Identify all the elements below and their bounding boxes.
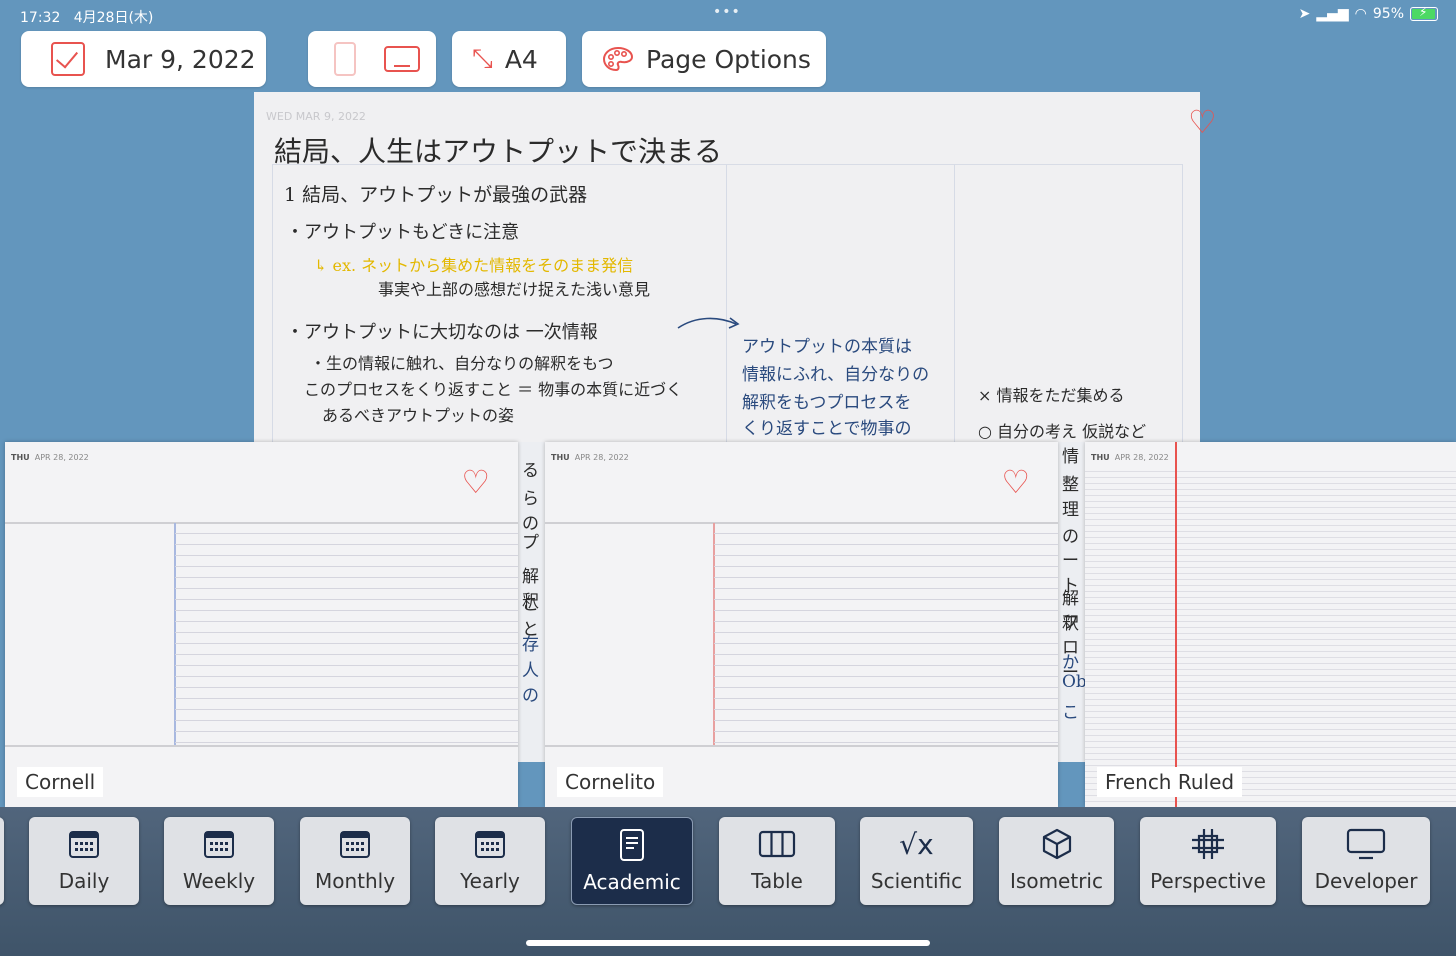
perspective-icon [1140, 827, 1276, 861]
note-middle-line: 解釈をもつプロセスを [742, 393, 912, 413]
favorite-heart-icon[interactable]: ♡ [461, 466, 490, 498]
checkbox-icon [51, 42, 85, 76]
portrait-icon[interactable] [334, 42, 356, 76]
tab-yearly[interactable]: Yearly [435, 817, 545, 905]
note-peek-strip: 情整理の ート解釈フロー かObsこ [1058, 442, 1085, 762]
page-size-button[interactable]: ⤡ A4 [452, 31, 566, 87]
note-date: WED MAR 9, 2022 [266, 110, 366, 123]
date-label: Mar 9, 2022 [105, 44, 256, 74]
template-card-cornelito[interactable]: THU APR 28, 2022 ♡ Cornelito [545, 442, 1058, 807]
note-line: ・生の情報に触れ、自分なりの解釈をもつ [310, 354, 614, 373]
template-label: Cornell [17, 767, 104, 797]
note-middle-line: アウトプットの本質は [742, 337, 912, 357]
arrow-icon [677, 317, 740, 329]
note-middle-line: 情報にふれ、自分なりの [742, 365, 930, 385]
cube-icon [999, 827, 1114, 861]
template-category-bar: Daily Weekly Monthly Yearly Academic Tab… [0, 807, 1456, 956]
note-middle-line: くり返すことで物事の [742, 419, 912, 439]
tab-label: Perspective [1150, 869, 1266, 893]
template-label: Cornelito [557, 767, 664, 797]
tab-table[interactable]: Table [719, 817, 835, 905]
favorite-heart-icon[interactable]: ♡ [1188, 106, 1217, 138]
multitasking-dots[interactable]: ••• [713, 4, 741, 20]
columns-icon [719, 827, 835, 861]
card-date: THU APR 28, 2022 [1091, 453, 1169, 462]
signal-icon: ▂▄▆ [1316, 6, 1349, 22]
tab-monthly[interactable]: Monthly [300, 817, 410, 905]
note-line: このプロセスをくり返すこと ＝ 物事の本質に近づく [304, 380, 683, 399]
card-date: THU APR 28, 2022 [551, 453, 629, 462]
palette-icon [602, 46, 634, 72]
tab-label: Developer [1314, 869, 1418, 893]
note-right-line: × 情報をただ集める [978, 386, 1125, 405]
note-line: ・アウトプットに大切なのは 一次情報 [286, 322, 598, 343]
note-line: ・アウトプットもどきに注意 [286, 222, 520, 243]
page-options-button[interactable]: Page Options [582, 31, 826, 87]
card-date: THU APR 28, 2022 [11, 453, 89, 462]
tab-previous-partial[interactable] [0, 817, 4, 905]
status-time: 17:32 4月28日(木) [20, 10, 154, 26]
orientation-toggle[interactable] [308, 31, 436, 87]
template-label: French Ruled [1097, 767, 1243, 797]
note-right-line: ○ 自分の考え 仮説など [978, 422, 1147, 441]
tab-label: Isometric [1010, 869, 1103, 893]
note-heading: 1 結局、アウトプットが最強の武器 [284, 184, 588, 206]
status-right: ➤ ▂▄▆ ◠ 95% ⚡ [1298, 5, 1438, 22]
tab-developer[interactable]: Developer [1302, 817, 1430, 905]
page-options-label: Page Options [646, 44, 811, 74]
tab-label: Academic [583, 870, 681, 894]
tab-academic[interactable]: Academic [571, 817, 693, 905]
battery-percent: 95% [1372, 6, 1404, 22]
note-page-preview[interactable]: WED MAR 9, 2022 結局、人生はアウトプットで決まる 1 結局、アウ… [254, 92, 1200, 452]
favorite-heart-icon[interactable]: ♡ [1001, 466, 1030, 498]
tab-perspective[interactable]: Perspective [1140, 817, 1276, 905]
tab-label: Yearly [460, 869, 520, 893]
battery-icon: ⚡ [1410, 5, 1438, 21]
tab-weekly[interactable]: Weekly [164, 817, 274, 905]
tab-label: Table [751, 869, 803, 893]
template-card-cornell[interactable]: THU APR 28, 2022 ♡ Cornell [5, 442, 518, 807]
calendar-icon [164, 827, 274, 861]
sqrt-icon: √x [899, 827, 934, 861]
tab-label: Weekly [182, 869, 256, 893]
tab-label: Daily [58, 869, 110, 893]
date-button[interactable]: Mar 9, 2022 [21, 31, 266, 87]
note-peek-strip: るらのプ 解釈 こと存人の [518, 442, 545, 762]
tab-scientific[interactable]: √x Scientific [860, 817, 973, 905]
monitor-icon [1302, 827, 1430, 861]
tab-daily[interactable]: Daily [29, 817, 139, 905]
template-card-french-ruled[interactable]: THU APR 28, 2022 French Ruled [1085, 442, 1456, 807]
calendar-icon [300, 827, 410, 861]
wifi-icon: ◠ [1354, 6, 1367, 22]
home-indicator[interactable] [526, 940, 930, 946]
calendar-icon [29, 827, 139, 861]
tab-label: Monthly [314, 869, 396, 893]
landscape-icon[interactable] [384, 46, 420, 72]
tab-label: Scientific [870, 869, 963, 893]
calendar-icon [435, 827, 545, 861]
resize-icon: ⤡ [472, 43, 493, 74]
note-line: あるべきアウトプットの姿 [322, 406, 515, 425]
location-icon: ➤ [1298, 6, 1311, 22]
status-bar: 17:32 4月28日(木) ••• ➤ ▂▄▆ ◠ 95% ⚡ [0, 0, 1456, 30]
document-icon [572, 828, 692, 862]
note-line: 事実や上部の感想だけ捉えた浅い意見 [378, 280, 651, 299]
page-size-label: A4 [504, 44, 538, 74]
tab-isometric[interactable]: Isometric [999, 817, 1114, 905]
note-line: ↳ ex. ネットから集めた情報をそのまま発信 [314, 256, 634, 275]
